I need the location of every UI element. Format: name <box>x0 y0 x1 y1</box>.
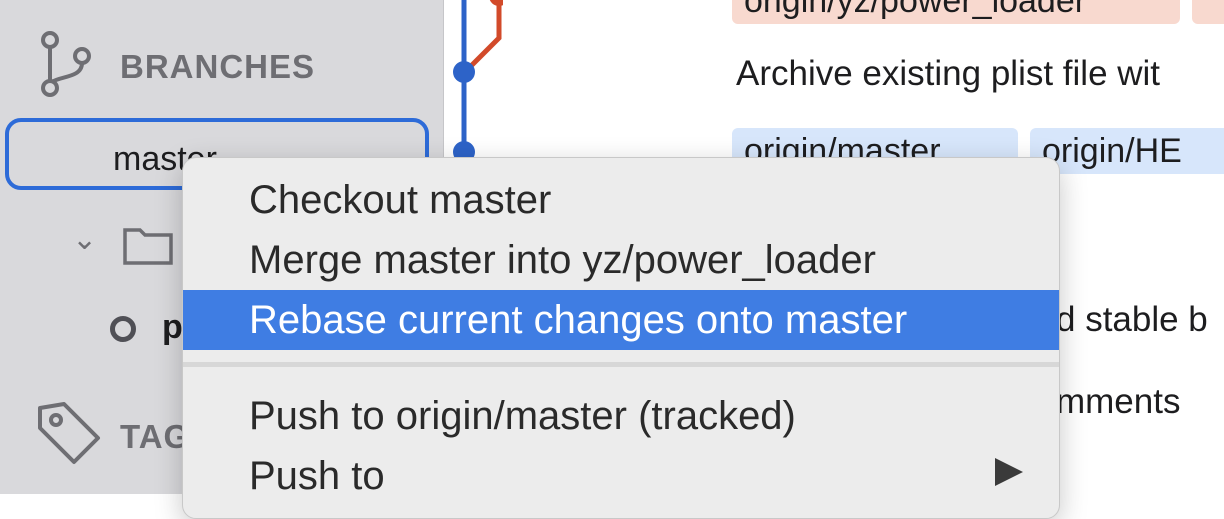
menu-item-checkout[interactable]: Checkout master <box>183 170 1059 230</box>
menu-item-rebase[interactable]: Rebase current changes onto master <box>183 290 1059 350</box>
branch-icon <box>41 31 91 97</box>
context-menu: Checkout master Merge master into yz/pow… <box>182 157 1060 519</box>
submenu-arrow-icon <box>995 458 1023 486</box>
menu-item-push-to[interactable]: Push to <box>183 446 1059 506</box>
branches-section-header[interactable]: BRANCHES <box>120 48 315 86</box>
menu-separator <box>183 362 1059 367</box>
sidebar-item-current-branch[interactable]: p <box>162 308 183 347</box>
commit-message-partial-2[interactable]: mments <box>1056 382 1180 422</box>
menu-item-push-tracked[interactable]: Push to origin/master (tracked) <box>183 386 1059 446</box>
ref-badge-remote-branch[interactable]: origin/yz/power_loader <box>732 0 1180 24</box>
chevron-down-icon[interactable]: ⌄ <box>72 222 97 257</box>
current-branch-indicator-icon <box>110 316 136 342</box>
ref-badge-extra[interactable] <box>1192 0 1224 24</box>
tags-section-header[interactable]: TAG <box>120 418 190 456</box>
menu-item-merge[interactable]: Merge master into yz/power_loader <box>183 230 1059 290</box>
folder-icon <box>123 228 173 265</box>
commit-message[interactable]: Archive existing plist file wit <box>736 54 1160 94</box>
tag-icon <box>38 402 100 464</box>
commit-message-partial[interactable]: d stable b <box>1056 300 1208 340</box>
